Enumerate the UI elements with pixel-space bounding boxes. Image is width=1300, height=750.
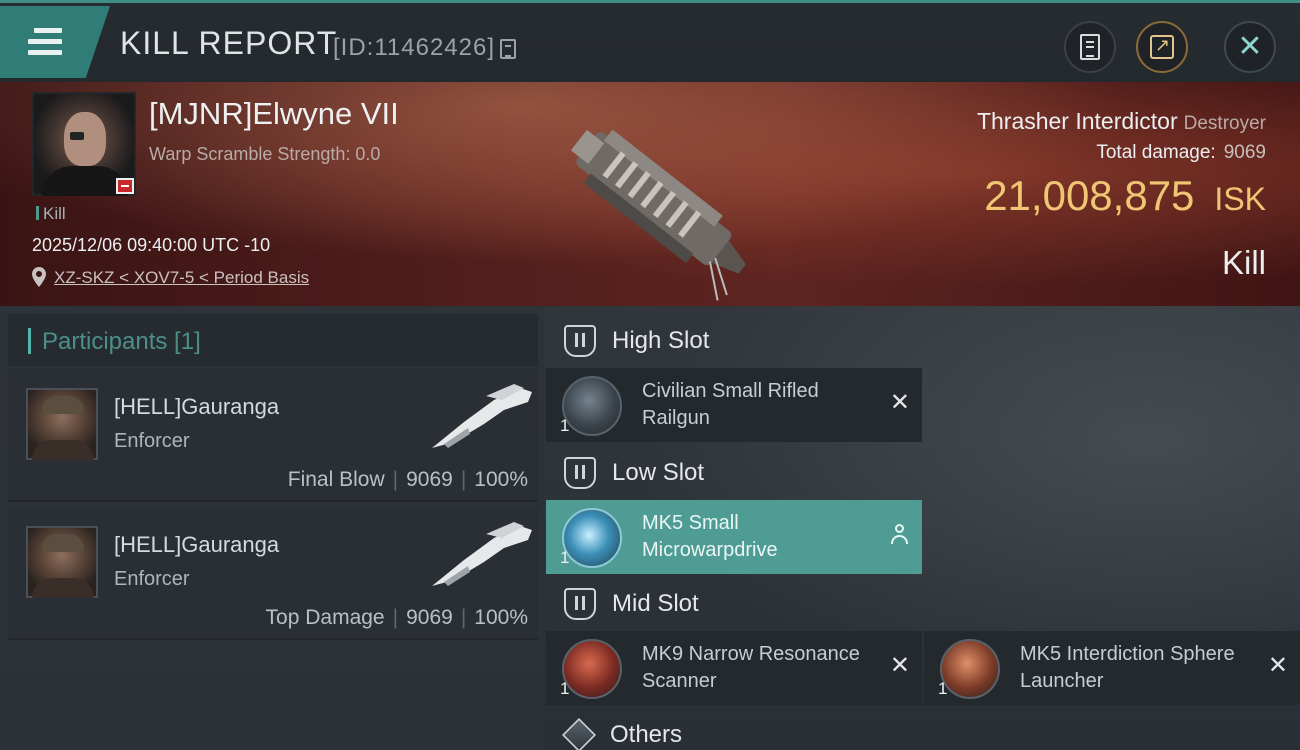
share-icon xyxy=(1150,35,1174,59)
module-name: MK5 Small Microwarpdrive xyxy=(642,512,778,561)
dropped-to-player-icon xyxy=(890,524,908,546)
victim-avatar[interactable] xyxy=(32,92,136,196)
participants-panel: Participants [1] [HELL]Gauranga Enforcer… xyxy=(0,306,544,750)
low-slot-icon xyxy=(564,457,596,489)
destroyed-icon: ✕ xyxy=(1267,651,1288,679)
participants-header: Participants [1] xyxy=(8,314,538,366)
high-slot-icon xyxy=(564,325,596,357)
module-interdiction-sphere-launcher[interactable]: 1 MK5 Interdiction Sphere Launcher ✕ xyxy=(924,631,1300,705)
mid-slot-header: Mid Slot xyxy=(544,579,924,629)
kill-type-label: Kill xyxy=(1221,244,1266,281)
sphere-launcher-icon xyxy=(940,639,1000,699)
participant-stats: Top Damage | 9069 | 100% xyxy=(265,606,528,629)
microwarpdrive-icon xyxy=(562,508,622,568)
participant-portrait xyxy=(26,526,98,598)
kill-summary-banner: [MJNR]Elwyne VII Warp Scramble Strength:… xyxy=(0,82,1300,306)
participant-ship-icon xyxy=(432,522,532,586)
hostile-badge-icon xyxy=(116,178,134,194)
total-damage: Total damage: 9069 xyxy=(1096,142,1266,163)
close-button[interactable]: ✕ xyxy=(1224,21,1276,73)
clipboard-icon xyxy=(1080,34,1100,60)
copy-id-icon[interactable] xyxy=(500,39,516,59)
location-pin-icon xyxy=(32,267,46,287)
destroyed-icon: ✕ xyxy=(889,388,910,416)
kill-location-link[interactable]: XZ-SKZ < XOV7-5 < Period Basis xyxy=(54,268,309,288)
menu-button[interactable] xyxy=(0,6,110,78)
module-microwarpdrive[interactable]: 1 MK5 Small Microwarpdrive xyxy=(546,500,922,574)
module-name: MK5 Interdiction Sphere Launcher xyxy=(1020,643,1235,692)
isk-unit: ISK xyxy=(1214,181,1266,217)
isk-value-row: 21,008,875 ISK xyxy=(984,172,1266,220)
high-slot-header: High Slot xyxy=(544,316,924,366)
kill-timestamp: 2025/12/06 09:40:00 UTC -10 xyxy=(32,235,271,255)
victim-ship-render xyxy=(570,129,746,301)
module-quantity: 1 xyxy=(560,679,570,698)
isk-value: 21,008,875 xyxy=(984,172,1195,219)
report-id: [ID:11462426] xyxy=(333,34,496,61)
module-quantity: 1 xyxy=(938,679,948,698)
participant-name: [HELL]Gauranga xyxy=(114,532,280,557)
page-title: KILL REPORT xyxy=(120,25,338,61)
close-icon: ✕ xyxy=(1237,29,1263,64)
others-header: Others xyxy=(544,710,924,750)
warp-scramble-strength: Warp Scramble Strength: 0.0 xyxy=(149,144,381,164)
participant-portrait xyxy=(26,388,98,460)
participant-card[interactable]: [HELL]Gauranga Enforcer Top Damage | 9069 |… xyxy=(8,506,538,640)
top-bar: KILL REPORT [ID:11462426] ✕ xyxy=(0,0,1300,82)
participant-name: [HELL]Gauranga xyxy=(114,394,280,419)
resonance-scanner-icon xyxy=(562,639,622,699)
victim-ship-name[interactable]: Thrasher Interdictor Destroyer xyxy=(977,108,1266,135)
participant-ship-icon xyxy=(432,384,532,448)
participants-title: Participants [1] xyxy=(42,328,201,355)
module-name: Civilian Small Rifled Railgun xyxy=(642,380,819,429)
module-resonance-scanner[interactable]: 1 MK9 Narrow Resonance Scanner ✕ xyxy=(546,631,922,705)
hamburger-menu-icon xyxy=(28,28,62,56)
module-civilian-railgun[interactable]: 1 Civilian Small Rifled Railgun ✕ xyxy=(546,368,922,442)
participant-stats: Final Blow | 9069 | 100% xyxy=(287,468,528,491)
module-quantity: 1 xyxy=(560,416,570,435)
kill-tag: Kill xyxy=(36,204,66,224)
railgun-icon xyxy=(562,376,622,436)
participant-corp: Enforcer xyxy=(114,430,190,452)
ship-class: Destroyer xyxy=(1183,113,1266,134)
clipboard-button[interactable] xyxy=(1064,21,1116,73)
participant-corp: Enforcer xyxy=(114,568,190,590)
victim-name[interactable]: [MJNR]Elwyne VII xyxy=(149,96,399,132)
mid-slot-icon xyxy=(564,588,596,620)
total-damage-value: 9069 xyxy=(1223,142,1266,163)
module-quantity: 1 xyxy=(560,548,570,567)
destroyed-icon: ✕ xyxy=(889,651,910,679)
cargo-cube-icon xyxy=(562,718,596,750)
module-name: MK9 Narrow Resonance Scanner xyxy=(642,643,860,692)
low-slot-header: Low Slot xyxy=(544,448,924,498)
participant-card[interactable]: [HELL]Gauranga Enforcer Final Blow | 9069 |… xyxy=(8,368,538,502)
fitting-panel: High Slot 1 Civilian Small Rifled Railgu… xyxy=(544,306,1300,750)
share-button[interactable] xyxy=(1136,21,1188,73)
